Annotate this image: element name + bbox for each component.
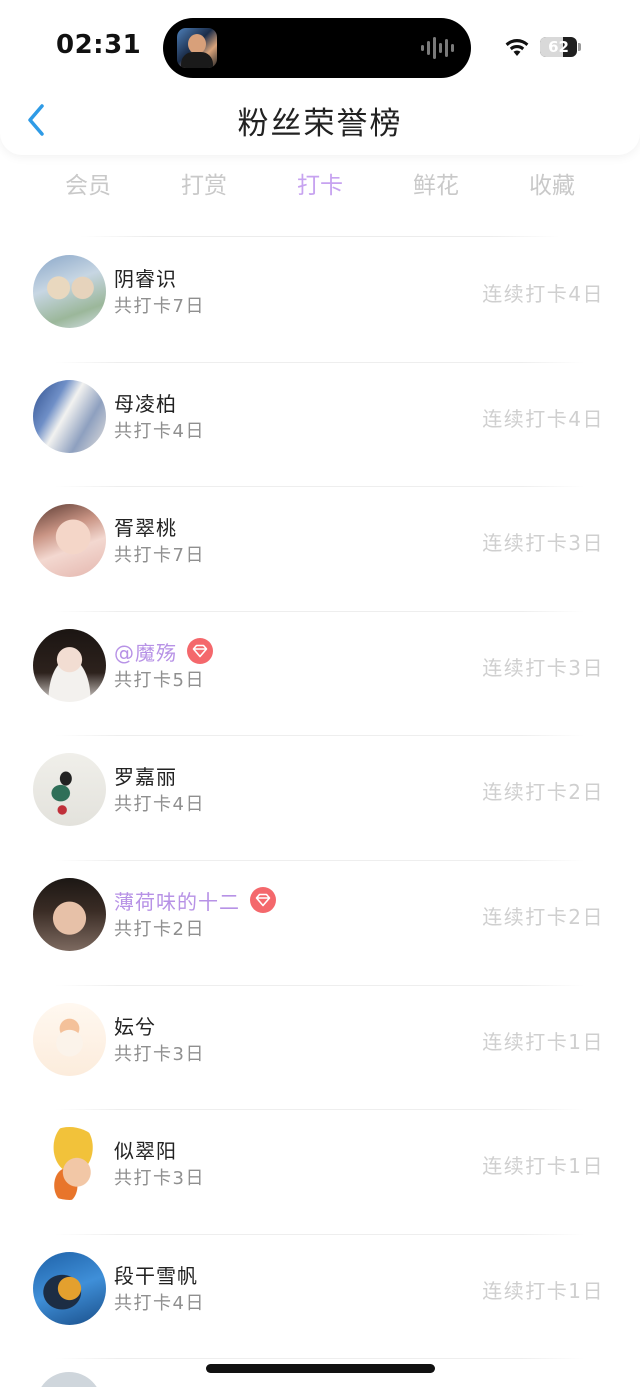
fan-row[interactable]: 似翠阳 共打卡3日 连续打卡1日 <box>0 1110 640 1235</box>
total-check-ins: 共打卡3日 <box>114 1168 205 1190</box>
fan-name: 妘兮 <box>114 1014 156 1039</box>
fan-row[interactable]: 罗嘉丽 共打卡4日 连续打卡2日 <box>0 736 640 861</box>
avatar[interactable] <box>33 1251 106 1325</box>
total-check-ins: 共打卡4日 <box>114 794 205 816</box>
fan-row[interactable]: 阴睿识 共打卡7日 连续打卡4日 <box>0 238 640 363</box>
diamond-badge-icon <box>250 887 276 914</box>
avatar[interactable] <box>33 877 106 951</box>
fan-row[interactable]: 段干雪帆 共打卡4日 连续打卡1日 <box>0 1235 640 1360</box>
tab-flowers[interactable]: 鲜花 <box>378 168 494 208</box>
fan-name: 似翠阳 <box>114 1139 177 1164</box>
tab-check-in[interactable]: 打卡 <box>262 168 378 208</box>
check-in-streak: 连续打卡3日 <box>482 655 604 680</box>
wifi-icon <box>505 39 529 56</box>
tab-favorites[interactable]: 收藏 <box>494 168 610 208</box>
check-in-streak: 连续打卡3日 <box>482 531 604 556</box>
fan-row[interactable]: 薄荷味的十二 共打卡2日 连续打卡2日 <box>0 861 640 986</box>
avatar[interactable] <box>33 1127 106 1201</box>
check-in-streak: 连续打卡1日 <box>482 1029 604 1054</box>
avatar[interactable] <box>36 1372 102 1387</box>
fan-row[interactable]: @魔殇 共打卡5日 连续打卡3日 <box>0 612 640 737</box>
row-divider <box>55 1358 585 1360</box>
fan-row[interactable]: 胥翠桃 共打卡7日 连续打卡3日 <box>0 487 640 612</box>
status-time: 02:31 <box>56 30 142 60</box>
audio-waveform-icon <box>421 36 454 60</box>
tabs-divider <box>80 236 560 237</box>
avatar[interactable] <box>33 1002 106 1076</box>
fan-name: 胥翠桃 <box>114 516 177 541</box>
total-check-ins: 共打卡3日 <box>114 1043 205 1065</box>
dynamic-island[interactable] <box>163 18 471 78</box>
battery-level: 62 <box>548 38 569 56</box>
avatar[interactable] <box>33 379 106 453</box>
header: 02:31 62 粉丝荣誉榜 <box>0 0 640 155</box>
avatar[interactable] <box>33 255 106 328</box>
fan-name: 阴睿识 <box>114 267 177 291</box>
screen: 02:31 62 粉丝荣誉榜 会员 打赏 打卡 鲜花 收藏 阴睿识 共打卡7日 … <box>0 0 640 1387</box>
tab-tipping[interactable]: 打赏 <box>146 168 262 208</box>
check-in-streak: 连续打卡4日 <box>482 282 604 306</box>
fan-name: 罗嘉丽 <box>114 765 177 790</box>
total-check-ins: 共打卡2日 <box>114 918 205 940</box>
battery-icon: 62 <box>540 37 577 57</box>
check-in-streak: 连续打卡2日 <box>482 780 604 805</box>
total-check-ins: 共打卡4日 <box>114 420 205 442</box>
home-indicator[interactable] <box>206 1364 435 1373</box>
check-in-streak: 连续打卡4日 <box>482 406 604 431</box>
avatar[interactable] <box>33 753 106 827</box>
total-check-ins: 共打卡5日 <box>114 669 205 691</box>
total-check-ins: 共打卡7日 <box>114 296 205 317</box>
tab-bar: 会员 打赏 打卡 鲜花 收藏 <box>30 168 610 208</box>
tab-membership[interactable]: 会员 <box>30 168 146 208</box>
total-check-ins: 共打卡7日 <box>114 545 205 567</box>
fan-name: 薄荷味的十二 <box>114 889 240 914</box>
now-playing-artwork[interactable] <box>177 28 217 68</box>
total-check-ins: 共打卡4日 <box>114 1292 205 1314</box>
fan-row[interactable]: 母凌柏 共打卡4日 连续打卡4日 <box>0 363 640 488</box>
avatar[interactable] <box>33 504 106 578</box>
fan-name: @魔殇 <box>114 640 177 665</box>
check-in-streak: 连续打卡1日 <box>482 1278 604 1303</box>
fan-list: 阴睿识 共打卡7日 连续打卡4日 母凌柏 共打卡4日 连续打卡4日 胥翠桃 共打… <box>0 238 640 1360</box>
fan-name: 母凌柏 <box>114 391 177 416</box>
avatar[interactable] <box>33 628 106 702</box>
fan-name: 段干雪帆 <box>114 1263 198 1288</box>
page-title: 粉丝荣誉榜 <box>237 106 403 142</box>
fan-row[interactable]: 妘兮 共打卡3日 连续打卡1日 <box>0 986 640 1111</box>
diamond-badge-icon <box>187 638 213 665</box>
battery-tip <box>578 43 581 51</box>
check-in-streak: 连续打卡1日 <box>482 1154 604 1179</box>
check-in-streak: 连续打卡2日 <box>482 904 604 929</box>
